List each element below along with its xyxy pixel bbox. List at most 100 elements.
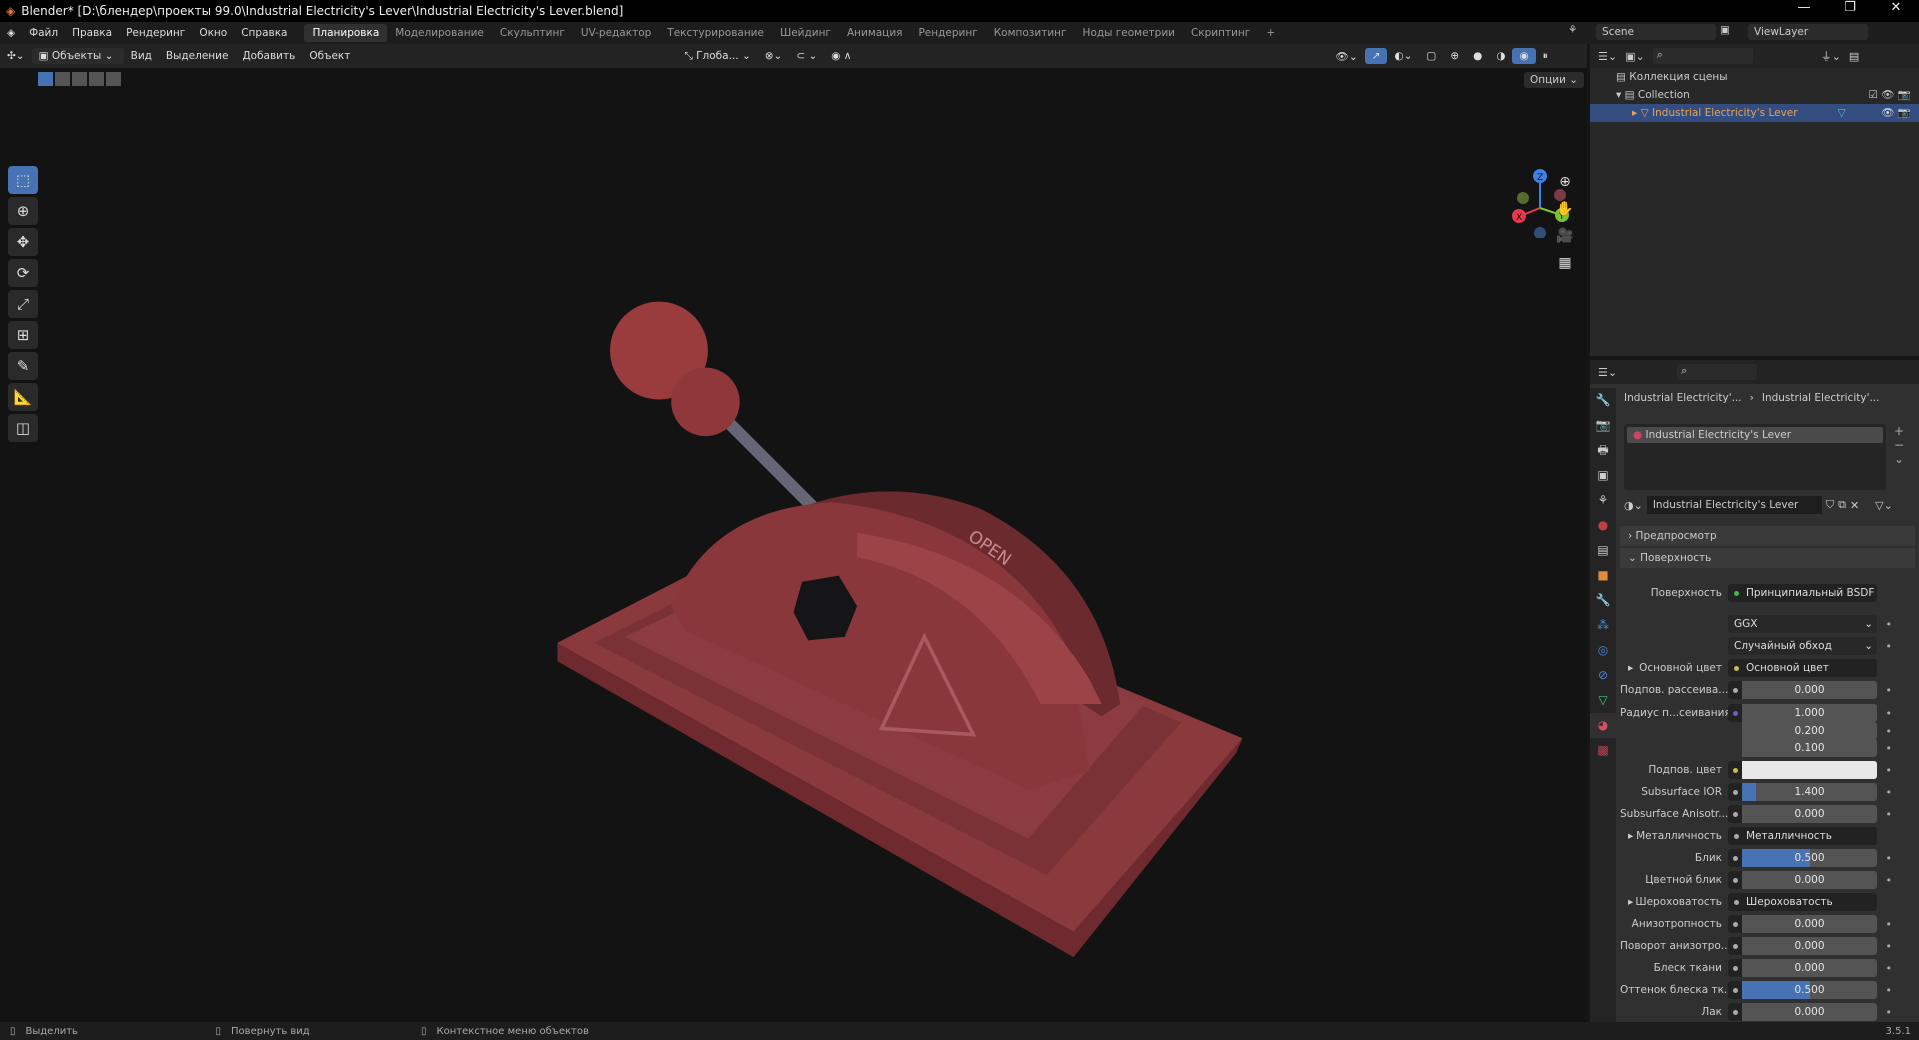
socket-icon[interactable] bbox=[1728, 915, 1742, 933]
property-dropdown[interactable]: Случайный обход ⌄ bbox=[1728, 637, 1877, 655]
value-slider[interactable]: 0.000 bbox=[1742, 805, 1877, 823]
socket-icon[interactable] bbox=[1728, 681, 1742, 699]
socket-icon[interactable] bbox=[1728, 937, 1742, 955]
tab-uv[interactable]: UV-редактор bbox=[573, 24, 659, 42]
select-box-tool-icon[interactable]: ⬚ bbox=[8, 166, 38, 194]
pan-hand-icon[interactable]: ✋ bbox=[1554, 201, 1576, 223]
filter-icon[interactable]: ⏚⌄ bbox=[1821, 48, 1841, 64]
value-slider[interactable]: 0.100 bbox=[1742, 739, 1877, 757]
snap-icon[interactable]: ⊂ ⌄ bbox=[789, 48, 824, 64]
filter-view-icon[interactable]: ▣⌄ bbox=[1625, 50, 1645, 63]
ortho-grid-icon[interactable]: ▦ bbox=[1554, 255, 1576, 277]
slot-menu-button[interactable]: ⌄ bbox=[1890, 452, 1908, 466]
close-button[interactable]: ✕ bbox=[1873, 0, 1919, 15]
tab-sculpting[interactable]: Скульптинг bbox=[492, 24, 573, 42]
pause-icon[interactable]: ⏸ bbox=[1536, 48, 1555, 65]
menu-object[interactable]: Объект bbox=[302, 48, 357, 64]
material-name-field[interactable]: Industrial Electricity's Lever bbox=[1646, 496, 1822, 514]
shading-wireframe-icon[interactable]: ⊕ bbox=[1443, 48, 1466, 64]
display-mode-icon[interactable]: ☰⌄ bbox=[1598, 50, 1617, 63]
property-dropdown[interactable]: GGX ⌄ bbox=[1728, 615, 1877, 633]
physics-tab-icon[interactable]: ◎ bbox=[1590, 638, 1616, 663]
tree-collection[interactable]: ▾ ▤ Collection ☑ 👁 📷 bbox=[1590, 86, 1919, 104]
socket-icon[interactable] bbox=[1728, 871, 1742, 889]
socket-icon[interactable] bbox=[1728, 805, 1742, 823]
fake-user-icon[interactable]: ⛉ bbox=[1826, 498, 1834, 512]
modifier-tab-icon[interactable]: 🔧 bbox=[1590, 588, 1616, 613]
value-slider[interactable]: 0.500 bbox=[1742, 981, 1877, 999]
move-tool-icon[interactable]: ✥ bbox=[8, 228, 38, 256]
property-link[interactable]: Основной цвет bbox=[1728, 659, 1877, 677]
texture-tab-icon[interactable]: ▩ bbox=[1590, 738, 1616, 763]
output-tab-icon[interactable]: 🖶 bbox=[1590, 438, 1616, 463]
socket-icon[interactable] bbox=[1728, 1003, 1742, 1021]
socket-icon[interactable] bbox=[1728, 959, 1742, 977]
panel-surface[interactable]: ⌄ Поверхность bbox=[1620, 548, 1915, 568]
object-visibility-icons[interactable]: 👁 📷 bbox=[1881, 104, 1911, 122]
add-slot-button[interactable]: + bbox=[1890, 424, 1908, 438]
material-slot-list[interactable]: ● Industrial Electricity's Lever bbox=[1624, 424, 1886, 490]
tab-rendering[interactable]: Рендеринг bbox=[910, 24, 985, 42]
socket-icon[interactable] bbox=[1728, 761, 1742, 779]
menu-edit[interactable]: Правка bbox=[65, 27, 119, 39]
slot-link-icon[interactable]: ▽⌄ bbox=[1875, 499, 1893, 512]
value-slider[interactable]: 0.000 bbox=[1742, 871, 1877, 889]
scene-icon[interactable]: ⚘ bbox=[1568, 24, 1592, 40]
tree-object[interactable]: ▸ ▽ Industrial Electricity's Lever ▽ 👁 📷 bbox=[1590, 104, 1919, 122]
scale-tool-icon[interactable]: ⤢ bbox=[8, 290, 38, 318]
menu-view[interactable]: Вид bbox=[124, 48, 159, 64]
visibility-icon[interactable]: 👁⌄ bbox=[1328, 48, 1364, 65]
value-slider[interactable]: 0.000 bbox=[1742, 937, 1877, 955]
editor-type-icon[interactable]: ✣⌄ bbox=[0, 48, 32, 64]
value-slider[interactable]: 1.400 bbox=[1742, 783, 1877, 801]
value-slider[interactable]: 0.000 bbox=[1742, 1003, 1877, 1021]
tab-texture[interactable]: Текстурирование bbox=[659, 24, 772, 42]
menu-select[interactable]: Выделение bbox=[159, 48, 236, 64]
transform-tool-icon[interactable]: ⊞ bbox=[8, 321, 38, 349]
view-layer-icon[interactable]: ▣ bbox=[1720, 24, 1744, 40]
proportional-edit-icon[interactable]: ◉ ∧ bbox=[824, 48, 858, 64]
duplicate-material-icon[interactable]: ⧉ bbox=[1838, 498, 1846, 512]
menu-file[interactable]: Файл bbox=[22, 27, 65, 39]
property-link[interactable]: Принципиальный BSDF bbox=[1728, 584, 1877, 602]
world-tab-icon[interactable]: ● bbox=[1590, 513, 1616, 538]
object-tab-icon[interactable]: ■ bbox=[1590, 563, 1616, 588]
tab-geometry-nodes[interactable]: Ноды геометрии bbox=[1075, 24, 1183, 42]
material-slot[interactable]: ● Industrial Electricity's Lever bbox=[1627, 427, 1883, 443]
value-slider[interactable]: 1.000 bbox=[1742, 704, 1877, 722]
tab-scripting[interactable]: Скриптинг bbox=[1183, 24, 1258, 42]
remove-slot-button[interactable]: − bbox=[1890, 438, 1908, 452]
value-slider[interactable]: 0.000 bbox=[1742, 681, 1877, 699]
add-cube-tool-icon[interactable]: ◫ bbox=[8, 414, 38, 442]
zoom-icon[interactable]: ⊕ bbox=[1554, 174, 1576, 196]
unlink-material-icon[interactable]: ✕ bbox=[1850, 499, 1859, 512]
color-field[interactable] bbox=[1742, 761, 1877, 779]
socket-icon[interactable] bbox=[1728, 849, 1742, 867]
shading-material-icon[interactable]: ◑ bbox=[1489, 48, 1512, 64]
view-layer-selector[interactable]: ViewLayer bbox=[1748, 24, 1868, 40]
rotate-tool-icon[interactable]: ⟳ bbox=[8, 259, 38, 287]
3d-viewport[interactable]: Опции ⌄ OPEN ⬚ ⊕ ✥ ⟳ ⤢ ⊞ ✎ 📐 ◫ Z X Y ⊕ ✋… bbox=[0, 68, 1587, 1022]
material-browse-icon[interactable]: ◑⌄ bbox=[1624, 499, 1643, 512]
tab-modeling[interactable]: Моделирование bbox=[387, 24, 492, 42]
tool-tab-icon[interactable]: 🔧 bbox=[1590, 388, 1616, 413]
shading-solid-icon[interactable]: ● bbox=[1466, 48, 1489, 64]
material-tab-icon[interactable]: ◕ bbox=[1590, 713, 1616, 738]
particles-tab-icon[interactable]: ⁂ bbox=[1590, 613, 1616, 638]
overlay-icon[interactable]: ◐⌄ bbox=[1387, 48, 1419, 64]
menu-add[interactable]: Добавить bbox=[235, 48, 302, 64]
value-slider[interactable]: 0.000 bbox=[1742, 959, 1877, 977]
props-search-input[interactable]: ⌕ bbox=[1677, 364, 1758, 380]
blender-menu-icon[interactable]: ◈ bbox=[0, 27, 22, 39]
pivot-icon[interactable]: ⊗⌄ bbox=[758, 48, 790, 64]
annotate-tool-icon[interactable]: ✎ bbox=[8, 352, 38, 380]
cursor-tool-icon[interactable]: ⊕ bbox=[8, 197, 38, 225]
menu-help[interactable]: Справка bbox=[234, 27, 294, 39]
add-workspace-button[interactable]: + bbox=[1258, 24, 1283, 42]
props-editor-type-icon[interactable]: ☰⌄ bbox=[1598, 366, 1617, 379]
data-tab-icon[interactable]: ▽ bbox=[1590, 688, 1616, 713]
orientation-selector[interactable]: ⤡ Глоба... ⌄ bbox=[677, 48, 757, 65]
tab-layout[interactable]: Планировка bbox=[304, 24, 388, 42]
tab-compositing[interactable]: Композитинг bbox=[986, 24, 1075, 42]
gizmo-toggle-icon[interactable]: ↗ bbox=[1364, 48, 1388, 64]
